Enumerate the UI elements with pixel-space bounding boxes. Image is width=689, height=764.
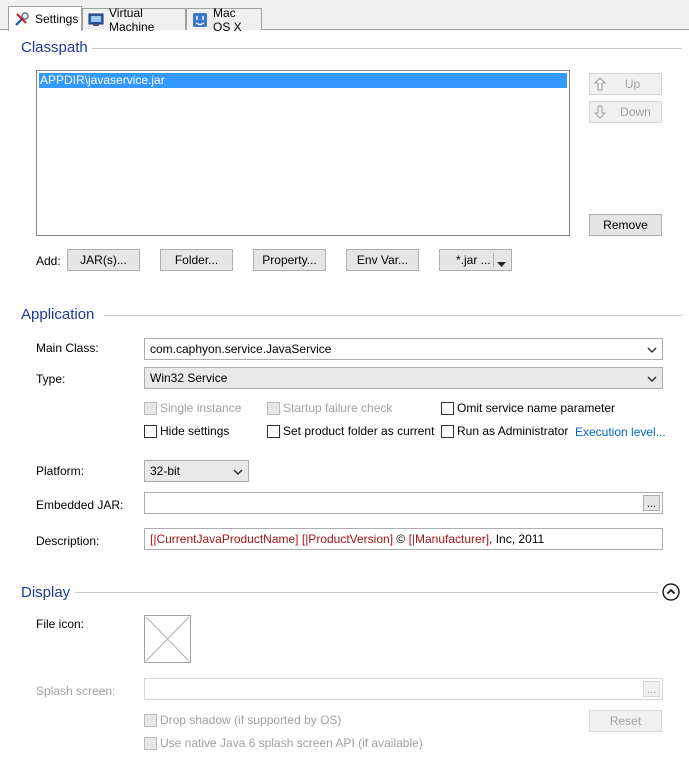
platform-value: 32-bit	[150, 464, 181, 478]
checkbox-label: Hide settings	[160, 424, 230, 438]
embedded-jar-label: Embedded JAR:	[36, 498, 124, 512]
set-product-folder-checkbox[interactable]: Set product folder as current	[267, 424, 434, 438]
add-env-var-button[interactable]: Env Var...	[346, 249, 419, 271]
add-folder-button[interactable]: Folder...	[160, 249, 233, 271]
checkbox-label: Startup failure check	[283, 401, 393, 415]
checkbox-label: Use native Java 6 splash screen API (if …	[160, 736, 423, 750]
tab-settings[interactable]: Settings	[8, 6, 82, 31]
add-label: Add:	[36, 254, 61, 268]
description-copyright: ©	[396, 532, 406, 546]
classpath-divider	[92, 48, 682, 49]
description-token-product-version: [|ProductVersion]	[301, 532, 394, 546]
empty-image-icon	[145, 616, 190, 662]
description-suffix: , Inc, 2011	[489, 532, 545, 546]
remove-button[interactable]: Remove	[589, 214, 662, 236]
jar-pattern-label: *.jar ...	[456, 253, 491, 267]
classpath-list[interactable]: APPDIR\javaservice.jar	[36, 70, 570, 236]
add-jar-pattern-button[interactable]: *.jar ...	[439, 249, 512, 271]
splash-screen-label: Splash screen:	[36, 684, 116, 698]
checkbox-label: Set product folder as current	[283, 424, 435, 438]
up-label: Up	[624, 77, 641, 91]
type-select[interactable]: Win32 Service	[144, 367, 663, 389]
chevron-down-icon	[647, 344, 657, 354]
checkbox-label: Single instance	[160, 401, 242, 415]
wrench-screwdriver-icon	[14, 11, 30, 27]
up-button[interactable]: Up	[589, 73, 662, 95]
splash-screen-field[interactable]: ...	[144, 678, 663, 700]
list-item[interactable]: APPDIR\javaservice.jar	[39, 73, 567, 88]
omit-service-name-checkbox[interactable]: Omit service name parameter	[441, 401, 615, 415]
virtual-machine-icon	[88, 12, 104, 28]
checkbox-label: Drop shadow (if supported by OS)	[160, 713, 342, 727]
mac-os-icon	[192, 12, 208, 28]
tab-label: Mac OS X	[213, 5, 242, 34]
execution-level-link[interactable]: Execution level...	[575, 425, 666, 439]
display-section-title: Display	[21, 584, 71, 601]
main-class-label: Main Class:	[36, 341, 99, 355]
display-divider	[75, 592, 658, 593]
checkbox-box[interactable]	[267, 401, 280, 415]
platform-label: Platform:	[36, 464, 85, 478]
description-field[interactable]: [|CurrentJavaProductName] [|ProductVersi…	[144, 528, 663, 550]
arrow-down-icon	[593, 105, 607, 122]
file-icon-label: File icon:	[36, 617, 85, 631]
embedded-jar-browse-button[interactable]: ...	[643, 495, 660, 511]
description-token-manufacturer: [|Manufacturer]	[408, 532, 490, 546]
description-label: Description:	[36, 534, 100, 548]
tab-mac-os-x[interactable]: Mac OS X	[186, 6, 262, 34]
native-splash-checkbox[interactable]: Use native Java 6 splash screen API (if …	[144, 736, 423, 750]
single-instance-checkbox[interactable]: Single instance	[144, 401, 241, 415]
add-property-button[interactable]: Property...	[253, 249, 326, 271]
tab-strip: Settings Virtual Machine Mac OS X	[0, 0, 689, 34]
split-divider	[493, 253, 494, 267]
checkbox-box[interactable]	[441, 401, 454, 415]
main-class-combo[interactable]: com.caphyon.service.JavaService	[144, 338, 663, 360]
reset-button[interactable]: Reset	[589, 710, 662, 732]
checkbox-box[interactable]	[267, 424, 280, 438]
run-as-admin-checkbox[interactable]: Run as Administrator	[441, 424, 568, 438]
checkbox-box[interactable]	[144, 736, 157, 750]
checkbox-label: Omit service name parameter	[457, 401, 616, 415]
splash-browse-button[interactable]: ...	[643, 681, 660, 697]
checkbox-box[interactable]	[441, 424, 454, 438]
chevron-down-icon	[647, 373, 657, 383]
tab-label: Virtual Machine	[109, 5, 155, 34]
checkbox-box[interactable]	[144, 401, 157, 415]
main-class-value: com.caphyon.service.JavaService	[150, 342, 332, 356]
platform-select[interactable]: 32-bit	[144, 460, 249, 482]
drop-shadow-checkbox[interactable]: Drop shadow (if supported by OS)	[144, 713, 341, 727]
arrow-up-icon	[593, 77, 607, 94]
type-value: Win32 Service	[150, 371, 228, 385]
classpath-section-title: Classpath	[21, 39, 88, 56]
tab-virtual-machine[interactable]: Virtual Machine	[82, 6, 186, 34]
down-button[interactable]: Down	[589, 101, 662, 123]
dropdown-arrow-icon[interactable]	[497, 257, 506, 271]
file-icon-placeholder[interactable]	[144, 615, 191, 663]
application-divider	[104, 315, 682, 316]
down-label: Down	[620, 105, 651, 119]
chevron-down-icon	[233, 466, 243, 476]
tab-label: Settings	[35, 12, 79, 26]
collapse-section-icon[interactable]	[662, 583, 680, 601]
hide-settings-checkbox[interactable]: Hide settings	[144, 424, 229, 438]
application-section-title: Application	[21, 306, 95, 323]
checkbox-label: Run as Administrator	[457, 424, 569, 438]
add-jars-button[interactable]: JAR(s)...	[67, 249, 140, 271]
checkbox-box[interactable]	[144, 713, 157, 727]
startup-failure-check-checkbox[interactable]: Startup failure check	[267, 401, 392, 415]
embedded-jar-field[interactable]: ...	[144, 492, 663, 514]
type-label: Type:	[36, 372, 66, 386]
checkbox-box[interactable]	[144, 424, 157, 438]
description-token-product-name: [|CurrentJavaProductName]	[150, 532, 299, 546]
